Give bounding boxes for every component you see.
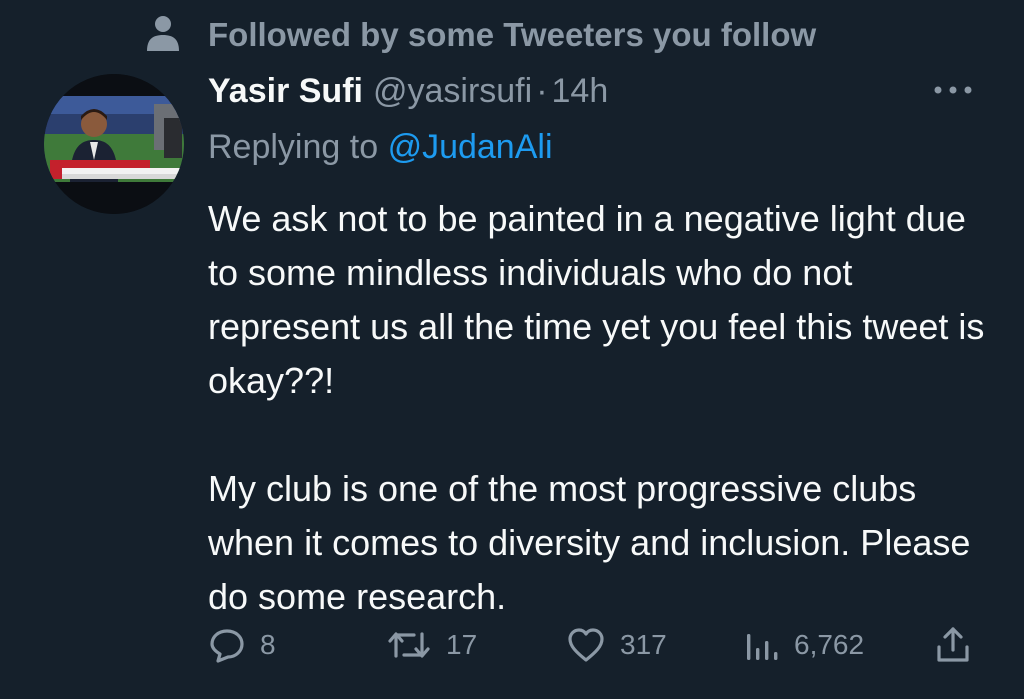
action-bar: 8 17 317 6,762 (0, 620, 1024, 670)
reply-button[interactable]: 8 (208, 620, 276, 670)
tweet-text: We ask not to be painted in a negative l… (208, 192, 988, 624)
share-button[interactable] (934, 620, 972, 670)
replying-to: Replying to @JudanAli (208, 128, 553, 167)
views-icon (744, 626, 780, 664)
views-button[interactable]: 6,762 (744, 620, 864, 670)
social-context-text: Followed by some Tweeters you follow (208, 16, 817, 53)
tweet-header: Yasir Sufi @yasirsufi · 14h (208, 72, 608, 116)
reply-count: 8 (260, 629, 276, 660)
avatar[interactable] (44, 74, 184, 214)
retweet-icon (386, 626, 432, 664)
tweet-paragraph: My club is one of the most progressive c… (208, 468, 971, 617)
like-button[interactable]: 317 (566, 620, 667, 670)
share-icon (934, 625, 972, 665)
separator-dot: · (536, 72, 548, 110)
views-count: 6,762 (794, 629, 865, 660)
reply-to-handle[interactable]: @JudanAli (388, 128, 553, 166)
display-name[interactable]: Yasir Sufi (208, 72, 363, 110)
reply-icon (208, 626, 246, 664)
like-count: 317 (620, 629, 667, 660)
reply-prefix: Replying to (208, 128, 379, 166)
tweet-paragraph: We ask not to be painted in a negative l… (208, 198, 985, 401)
user-handle[interactable]: @yasirsufi (373, 72, 532, 110)
like-icon (566, 626, 606, 664)
person-icon (145, 15, 181, 53)
retweet-button[interactable]: 17 (386, 620, 477, 670)
retweet-count: 17 (446, 629, 478, 660)
social-context: Followed by some Tweeters you follow (0, 12, 1024, 60)
timestamp[interactable]: 14h (552, 72, 609, 110)
more-icon[interactable] (932, 82, 974, 98)
